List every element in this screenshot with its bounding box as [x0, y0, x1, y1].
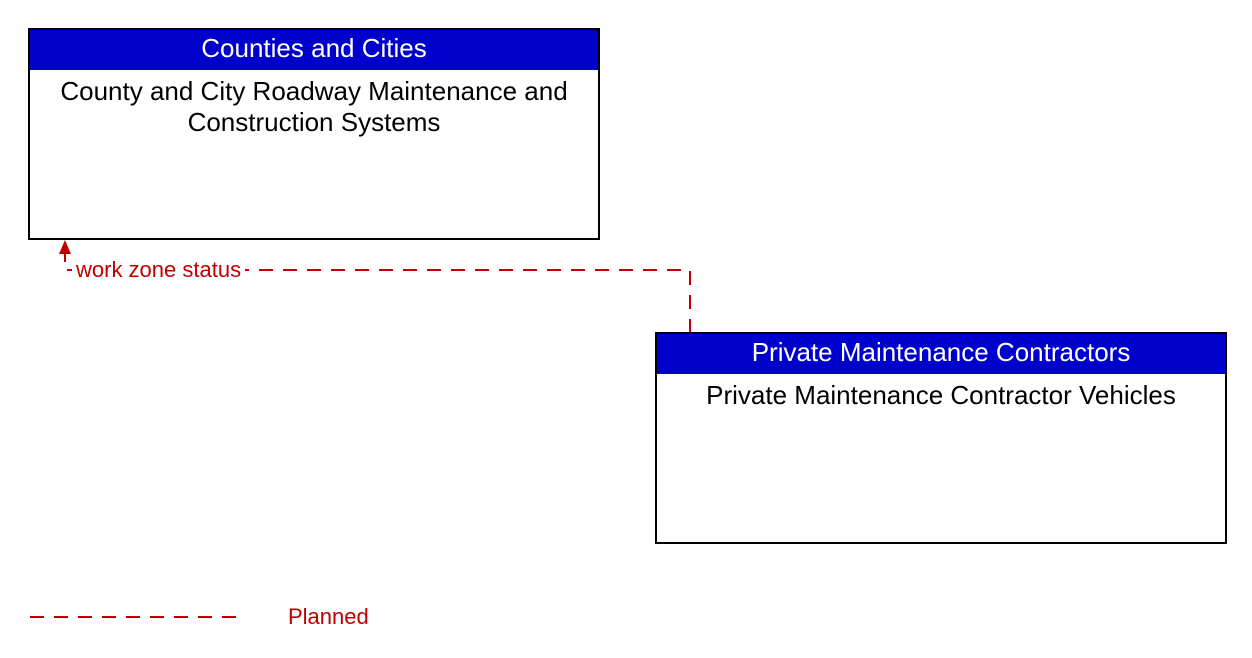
box-private-contractors: Private Maintenance Contractors Private …: [655, 332, 1227, 544]
legend-label-planned: Planned: [288, 604, 369, 630]
flow-arrow-work-zone-status: [65, 242, 690, 333]
flow-label-work-zone-status: work zone status: [72, 257, 245, 283]
box-body-private-contractors: Private Maintenance Contractor Vehicles: [657, 374, 1225, 417]
box-header-private-contractors: Private Maintenance Contractors: [657, 334, 1225, 374]
box-body-counties-cities: County and City Roadway Maintenance and …: [30, 70, 598, 144]
box-header-counties-cities: Counties and Cities: [30, 30, 598, 70]
box-counties-cities: Counties and Cities County and City Road…: [28, 28, 600, 240]
